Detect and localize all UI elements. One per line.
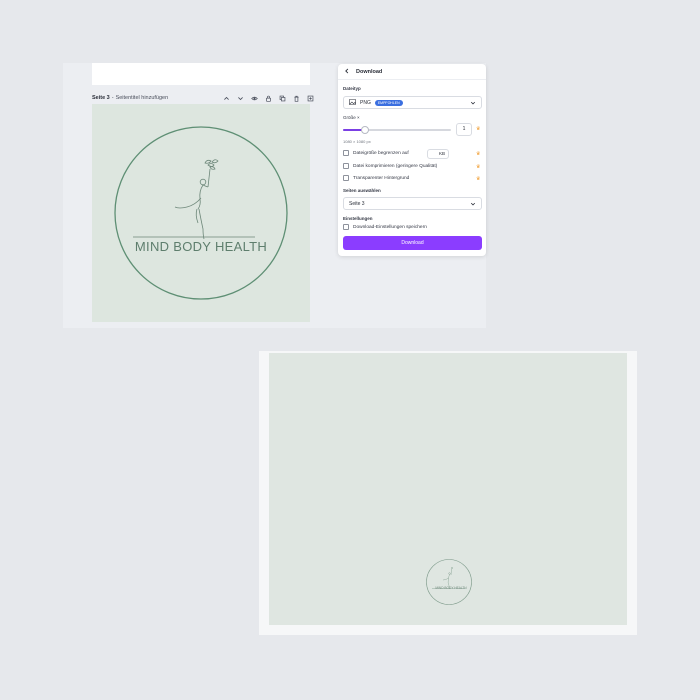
save-settings-checkbox[interactable] — [343, 224, 349, 230]
recommended-badge: EMPFOHLEN — [374, 99, 403, 106]
page-title-input[interactable]: Seitentitel hinzufügen — [116, 95, 169, 101]
lock-icon[interactable] — [265, 95, 272, 102]
back-arrow-icon[interactable] — [344, 68, 350, 76]
panel-title: Download — [356, 68, 383, 75]
premium-crown-icon: ♛ — [476, 151, 481, 157]
duplicate-icon[interactable] — [279, 95, 286, 102]
transparent-label: Transparenter Hintergrund — [353, 175, 410, 181]
image-file-icon — [349, 98, 356, 107]
download-button[interactable]: Download — [343, 236, 482, 250]
transparent-row[interactable]: Transparenter Hintergrund — [343, 175, 409, 181]
trash-icon[interactable] — [293, 95, 300, 102]
select-pages-value: Seite 3 — [349, 200, 365, 207]
chevron-down-icon[interactable] — [237, 95, 244, 102]
logo-text: MIND BODY HEALTH — [134, 239, 268, 254]
select-pages-dropdown[interactable]: Seite 3 — [343, 197, 482, 210]
limit-size-input[interactable]: KB — [427, 149, 449, 159]
preview-page: MIND BODY HEALTH — [269, 353, 627, 625]
compress-checkbox[interactable] — [343, 163, 349, 169]
small-logo-text: MIND BODY HEALTH — [435, 586, 467, 590]
save-settings-row[interactable]: Download-Einstellungen speichern — [343, 224, 427, 230]
size-slider-handle[interactable] — [361, 126, 369, 134]
chevron-up-icon[interactable] — [223, 95, 230, 102]
page-separator: - — [111, 95, 114, 101]
save-settings-label: Download-Einstellungen speichern — [353, 224, 427, 230]
limit-size-row[interactable]: Dateigröße begrenzen auf — [343, 150, 409, 156]
premium-crown-icon: ♛ — [476, 176, 481, 182]
page-toolbar — [223, 93, 314, 103]
design-page-canvas[interactable]: MIND BODY HEALTH — [92, 104, 310, 322]
previous-page-canvas[interactable] — [92, 63, 310, 85]
select-pages-label: Seiten auswählen — [343, 188, 381, 193]
dimensions-text: 1080 × 1080 px — [343, 139, 371, 144]
small-logo-emblem — [426, 559, 472, 605]
limit-size-label: Dateigröße begrenzen auf — [353, 150, 409, 156]
premium-crown-icon: ♛ — [476, 164, 481, 170]
page-label: Seite 3 — [92, 95, 110, 101]
size-slider[interactable] — [343, 126, 451, 134]
download-panel: Download Dateityp PNG EMPFOHLEN Größe × … — [338, 64, 486, 256]
transparent-checkbox[interactable] — [343, 175, 349, 181]
add-page-icon[interactable] — [307, 95, 314, 102]
size-input[interactable]: 1 — [456, 123, 472, 136]
preview-card: MIND BODY HEALTH — [259, 351, 637, 635]
compress-row[interactable]: Datei komprimieren (geringere Qualität) — [343, 163, 437, 169]
chevron-down-icon — [470, 202, 476, 206]
chevron-down-icon — [470, 101, 476, 105]
file-type-label: Dateityp — [343, 86, 361, 91]
settings-label: Einstellungen — [343, 216, 373, 221]
logo-emblem — [114, 126, 288, 300]
eye-icon[interactable] — [251, 95, 258, 102]
size-label: Größe × — [343, 115, 360, 120]
file-type-select[interactable]: PNG EMPFOHLEN — [343, 96, 482, 109]
premium-crown-icon: ♛ — [476, 126, 481, 132]
compress-label: Datei komprimieren (geringere Qualität) — [353, 163, 438, 169]
panel-header: Download — [338, 64, 486, 80]
limit-size-checkbox[interactable] — [343, 150, 349, 156]
file-type-value: PNG — [360, 99, 371, 106]
